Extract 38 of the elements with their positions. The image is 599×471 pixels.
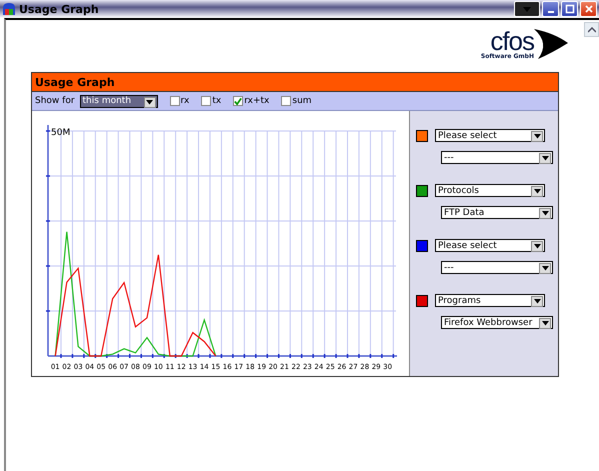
item-dropdown[interactable]: FTP Data bbox=[441, 206, 553, 219]
caret-icon bbox=[534, 189, 540, 194]
category-dropdown[interactable]: Please select bbox=[435, 129, 545, 142]
logo-swoosh-icon bbox=[534, 29, 568, 59]
minimize-icon bbox=[548, 11, 554, 13]
category-dropdown[interactable]: Programs bbox=[435, 294, 545, 307]
minimize-button[interactable] bbox=[542, 1, 559, 17]
item-dropdown[interactable]: --- bbox=[441, 261, 553, 274]
axis-label: 50M bbox=[51, 128, 70, 138]
series-checkbox[interactable]: sum bbox=[281, 96, 312, 106]
caret-icon bbox=[534, 134, 540, 139]
caret-icon bbox=[588, 26, 596, 32]
show-for-label: Show for bbox=[35, 96, 75, 106]
category-dropdown[interactable]: Protocols bbox=[435, 184, 545, 197]
check-icon bbox=[234, 96, 242, 106]
category-dropdown[interactable]: Please select bbox=[435, 239, 545, 252]
caret-icon bbox=[542, 156, 548, 161]
caret-icon bbox=[534, 299, 540, 304]
caret-icon bbox=[534, 244, 540, 249]
close-icon bbox=[584, 4, 594, 14]
caret-icon bbox=[542, 266, 548, 271]
item-dropdown[interactable]: --- bbox=[441, 151, 553, 164]
logo-text: cfos bbox=[490, 28, 534, 54]
caret-icon bbox=[542, 321, 548, 326]
maximize-button[interactable] bbox=[561, 1, 578, 17]
caret-icon bbox=[522, 4, 532, 14]
menu-button[interactable] bbox=[514, 1, 540, 17]
item-dropdown[interactable]: Firefox Webbrowser bbox=[441, 316, 553, 329]
maximize-icon bbox=[564, 4, 574, 14]
scroll-up-button[interactable] bbox=[584, 22, 599, 37]
period-dropdown[interactable]: this month bbox=[80, 94, 158, 108]
caret-icon bbox=[146, 100, 154, 104]
window-title: Usage Graph bbox=[19, 2, 100, 16]
close-button[interactable] bbox=[580, 1, 597, 17]
series-checkbox[interactable]: rx+tx bbox=[233, 96, 270, 106]
panel-title: Usage Graph bbox=[35, 76, 115, 88]
caret-icon bbox=[542, 211, 548, 216]
app-icon bbox=[2, 2, 16, 16]
